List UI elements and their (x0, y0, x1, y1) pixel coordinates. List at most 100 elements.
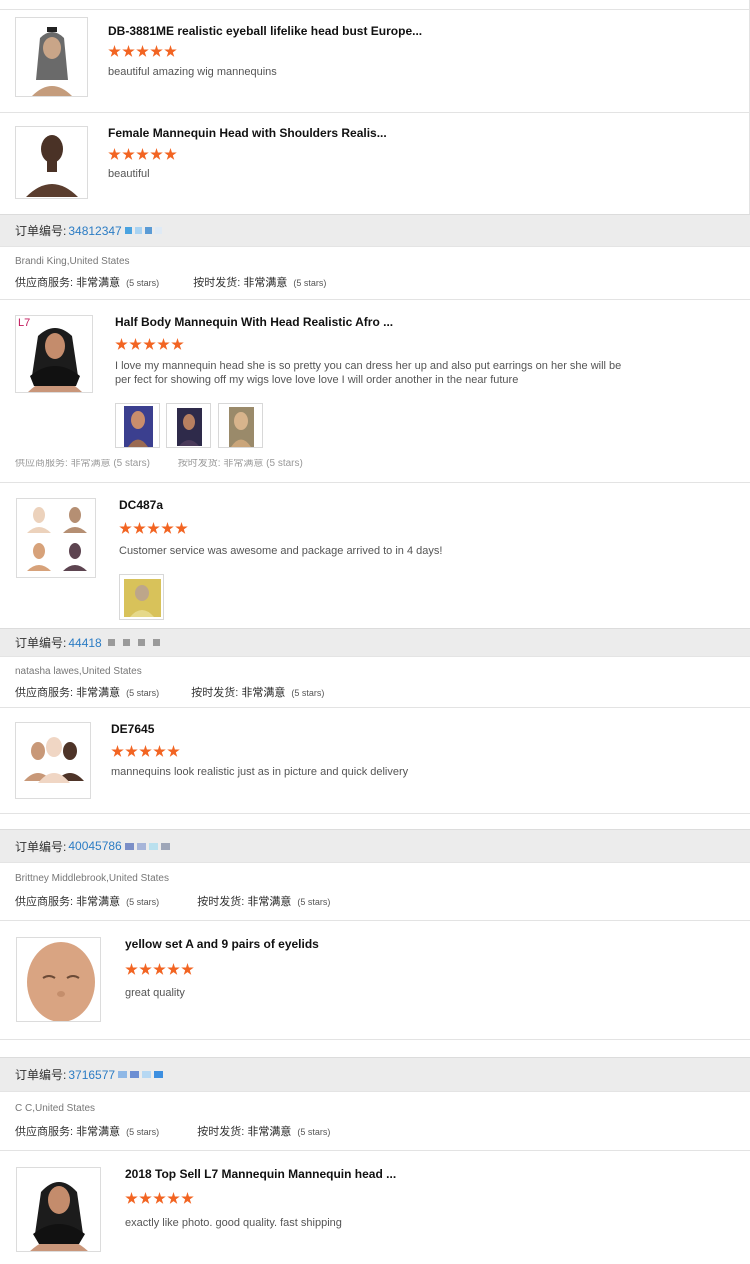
star-icon (119, 522, 132, 534)
star-icon (150, 148, 163, 160)
redaction-mosaic (130, 1071, 140, 1078)
star-icon (147, 522, 160, 534)
on-time-stars: (5 stars) (297, 1127, 331, 1137)
review-comment: exactly like photo. good quality. fast s… (125, 1217, 342, 1229)
redaction-mosaic (154, 1071, 164, 1078)
order-number-label: 订单编号: (15, 1068, 67, 1082)
buyer-name: Brittney Middlebrook,United States (15, 873, 169, 884)
star-icon (115, 338, 128, 350)
on-time-label: 按时发货: (191, 687, 239, 699)
product-title[interactable]: Half Body Mannequin With Head Realistic … (115, 315, 393, 329)
service-value: 非常满意 (76, 1126, 121, 1138)
review-photo[interactable] (119, 574, 164, 620)
service-label: 供应商服务: (15, 277, 74, 289)
star-icon (175, 522, 188, 534)
product-thumbnail[interactable] (16, 937, 101, 1022)
order-header: 订单编号: 44418 (0, 628, 750, 657)
order-header: 订单编号: 34812347 (0, 214, 750, 247)
on-time-label: 按时发货: (197, 1126, 245, 1138)
review-photo[interactable] (218, 403, 263, 448)
product-thumbnail[interactable] (15, 17, 88, 97)
rating-stars (108, 148, 178, 161)
divider (0, 112, 750, 113)
review-comment: great quality (125, 987, 185, 999)
order-number[interactable]: 44418 (68, 636, 101, 650)
divider (0, 1150, 750, 1151)
on-time-value: 非常满意 (243, 277, 288, 289)
rating-stars (111, 745, 181, 758)
rating-stars (108, 45, 178, 58)
on-time-value: 非常满意 (247, 896, 292, 908)
service-stars: (5 stars) (126, 897, 160, 907)
order-number-label: 订单编号: (15, 224, 67, 238)
star-icon (167, 963, 180, 975)
redaction-mosaic (107, 639, 115, 646)
divider (0, 813, 750, 814)
order-number-label: 订单编号: (15, 636, 67, 650)
order-header: 订单编号: 3716577 (0, 1057, 750, 1092)
divider (0, 920, 750, 921)
brand-logo: L7 (18, 317, 31, 329)
rating-stars (125, 1192, 195, 1205)
order-number[interactable]: 34812347 (68, 224, 121, 238)
product-title[interactable]: Female Mannequin Head with Shoulders Rea… (108, 126, 387, 140)
star-icon (122, 148, 135, 160)
product-thumbnail[interactable] (16, 498, 96, 578)
service-label: 供应商服务: (15, 687, 74, 699)
overlapped-ratings-text: 供应商服务: 非常满意 (5 stars) 按时发货: 非常满意 (5 star… (15, 459, 303, 468)
service-stars: (5 stars) (126, 278, 160, 288)
star-icon (108, 148, 121, 160)
buyer-name: C C,United States (15, 1103, 96, 1114)
service-label: 供应商服务: (15, 1126, 74, 1138)
redaction-mosaic (148, 842, 158, 850)
star-icon (153, 1192, 166, 1204)
review-comment: Customer service was awesome and package… (119, 545, 443, 557)
rating-stars (119, 522, 189, 535)
redaction-mosaic (134, 227, 142, 234)
order-header: 订单编号: 40045786 (0, 829, 750, 863)
product-title[interactable]: yellow set A and 9 pairs of eyelids (125, 937, 319, 951)
seller-ratings: 供应商服务: 非常满意 (5 stars) 按时发货: 非常满意 (5 stars) (15, 684, 324, 700)
on-time-stars: (5 stars) (297, 897, 331, 907)
redaction-mosaic (136, 842, 146, 850)
star-icon (122, 45, 135, 57)
buyer-name: natasha lawes,United States (15, 666, 142, 677)
product-thumbnail[interactable] (16, 1167, 101, 1252)
buyer-name: Brandi King,United States (15, 256, 130, 267)
rating-stars (115, 338, 185, 351)
divider (0, 1039, 750, 1040)
star-icon (161, 522, 174, 534)
review-photo[interactable] (166, 403, 211, 448)
product-title[interactable]: 2018 Top Sell L7 Mannequin Mannequin hea… (125, 1167, 396, 1181)
star-icon (167, 745, 180, 757)
product-title[interactable]: DB-3881ME realistic eyeball lifelike hea… (108, 24, 422, 38)
star-icon (181, 1192, 194, 1204)
star-icon (129, 338, 142, 350)
star-icon (153, 963, 166, 975)
seller-ratings: 供应商服务: 非常满意 (5 stars) 按时发货: 非常满意 (5 stars) (15, 1123, 330, 1139)
service-stars: (5 stars) (126, 688, 160, 698)
product-thumbnail[interactable] (15, 722, 91, 799)
review-photo[interactable] (115, 403, 160, 448)
service-value: 非常满意 (76, 896, 121, 908)
redaction-mosaic (144, 227, 152, 234)
star-icon (139, 1192, 152, 1204)
product-title[interactable]: DE7645 (111, 722, 154, 736)
star-icon (111, 745, 124, 757)
star-icon (133, 522, 146, 534)
review-comment: mannequins look realistic just as in pic… (111, 766, 409, 778)
star-icon (181, 963, 194, 975)
redaction-mosaic (154, 227, 162, 234)
redaction-mosaic (160, 842, 170, 850)
service-label: 供应商服务: (15, 896, 74, 908)
redaction-mosaic (118, 1071, 128, 1078)
star-icon (153, 745, 166, 757)
order-number[interactable]: 3716577 (68, 1068, 115, 1082)
star-icon (167, 1192, 180, 1204)
order-number[interactable]: 40045786 (68, 839, 121, 853)
seller-ratings: 供应商服务: 非常满意 (5 stars) 按时发货: 非常满意 (5 stars) (15, 893, 330, 909)
on-time-value: 非常满意 (247, 1126, 292, 1138)
product-title[interactable]: DC487a (119, 498, 163, 512)
star-icon (157, 338, 170, 350)
product-thumbnail[interactable] (15, 126, 88, 199)
